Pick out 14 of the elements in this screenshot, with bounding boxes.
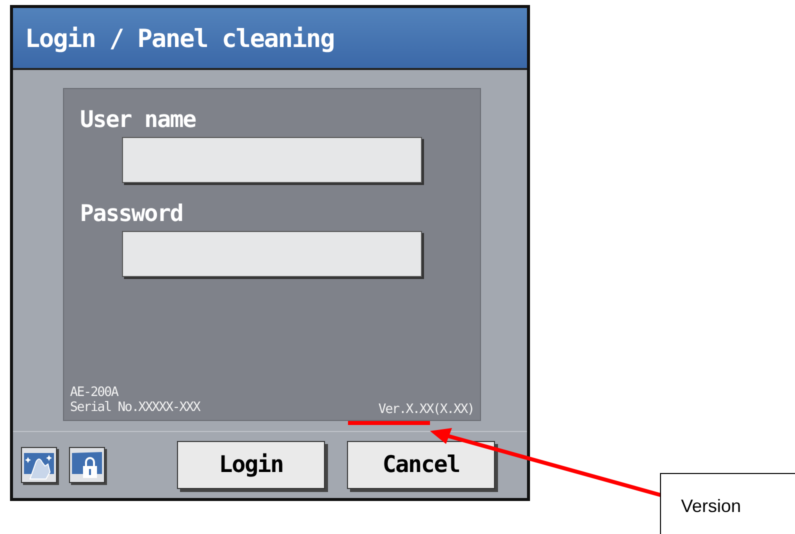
lock-icon[interactable] (69, 447, 105, 483)
field-label: Password (80, 201, 184, 227)
callout-text: Version (681, 496, 742, 516)
version-detail-text: (X.XX) (433, 402, 474, 417)
field-label: User name (80, 107, 197, 133)
window-title: Login / Panel cleaning (25, 24, 334, 52)
cancel-button[interactable]: Cancel (347, 441, 495, 489)
input-field[interactable] (122, 231, 422, 277)
serial-text: Serial No.XXXXX-XXX (70, 400, 200, 417)
login-button[interactable]: Login (177, 441, 325, 489)
input-field[interactable] (122, 137, 422, 183)
model-text: AE-200A (70, 385, 120, 400)
cleaning-hand-icon[interactable] (21, 447, 57, 483)
version-text: Ver.X.XX (378, 402, 434, 417)
